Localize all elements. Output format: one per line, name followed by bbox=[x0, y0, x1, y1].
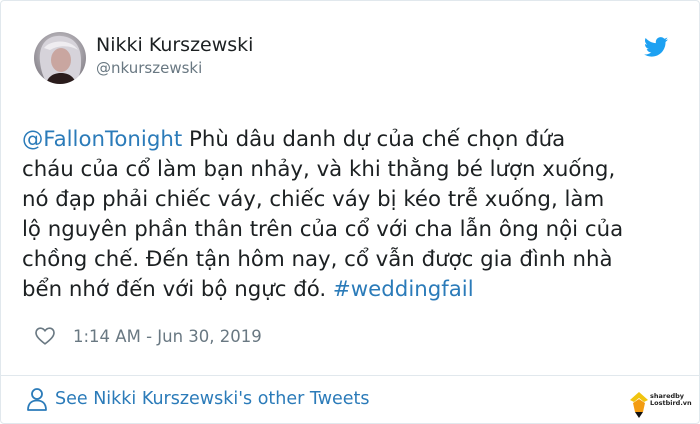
bird-logo-icon bbox=[630, 392, 648, 418]
hashtag-link[interactable]: #weddingfail bbox=[333, 277, 474, 302]
tweet-timestamp[interactable]: 1:14 AM - Jun 30, 2019 bbox=[73, 327, 262, 346]
twitter-bird-icon[interactable] bbox=[644, 37, 668, 57]
watermark: sharedby Lostbird.vn bbox=[628, 388, 696, 420]
tweet-card: Nikki Kurszewski @nkurszewski @FallonTon… bbox=[0, 0, 700, 424]
watermark-line2: Lostbird.vn bbox=[650, 399, 692, 407]
avatar[interactable] bbox=[34, 32, 86, 84]
tweet-text: @FallonTonight Phù dâu danh dự của chế c… bbox=[22, 125, 694, 305]
user-handle[interactable]: @nkurszewski bbox=[96, 59, 202, 77]
user-name[interactable]: Nikki Kurszewski bbox=[96, 34, 253, 56]
tweet-meta: 1:14 AM - Jun 30, 2019 bbox=[34, 321, 262, 351]
person-icon bbox=[27, 388, 47, 411]
other-tweets-row[interactable]: See Nikki Kurszewski's other Tweets bbox=[26, 387, 370, 411]
mention-link[interactable]: @FallonTonight bbox=[22, 127, 182, 152]
watermark-text: sharedby Lostbird.vn bbox=[650, 393, 692, 407]
other-tweets-link[interactable]: See Nikki Kurszewski's other Tweets bbox=[55, 389, 370, 409]
heart-icon[interactable] bbox=[34, 325, 56, 347]
divider bbox=[1, 375, 699, 376]
tweet-body: Phù dâu danh dự của chế chọn đứa cháu củ… bbox=[22, 127, 624, 302]
